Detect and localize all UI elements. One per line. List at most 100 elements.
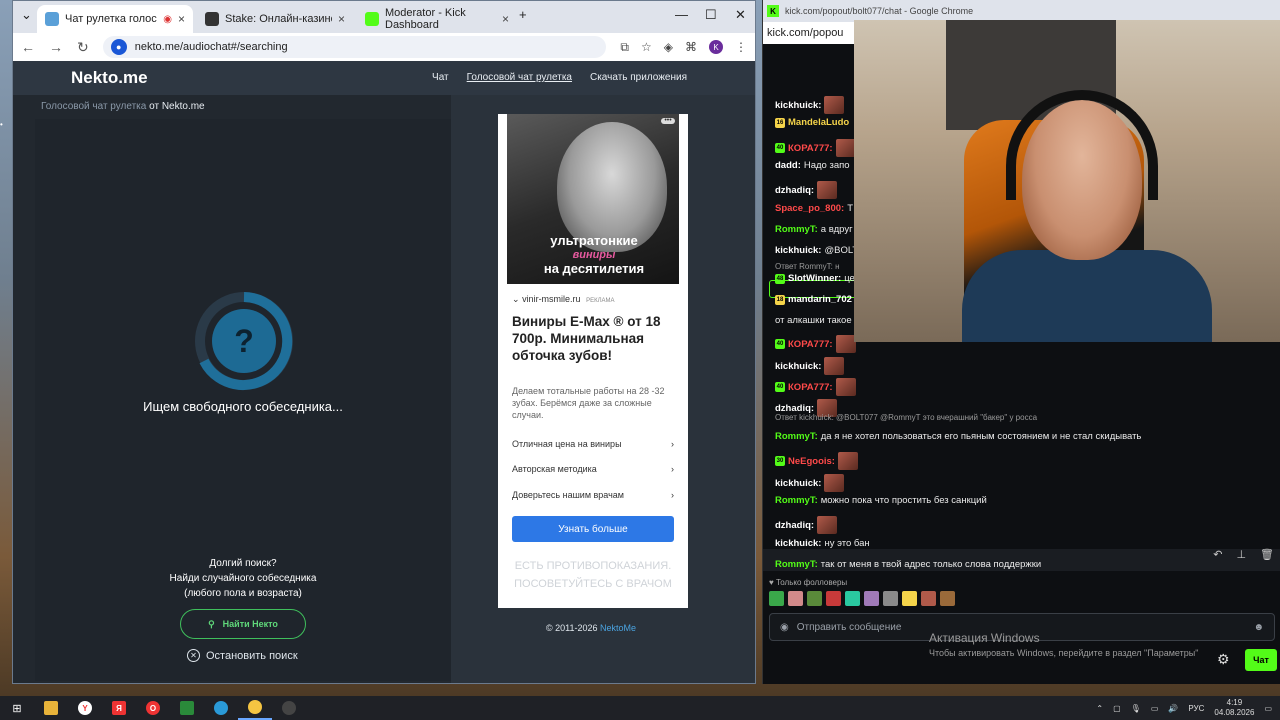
network-icon[interactable]: ▭ (1151, 704, 1159, 713)
start-icon[interactable]: ⊞ (0, 696, 34, 720)
chat-username[interactable]: kickhuick: (775, 100, 821, 111)
chat-username[interactable]: RommyT: (775, 224, 818, 235)
emote-icon[interactable] (940, 591, 955, 606)
chat-message[interactable]: kickhuick: @BOLT (775, 245, 858, 256)
chat-username[interactable]: kickhuick: (775, 538, 821, 549)
tab-kick-dashboard[interactable]: Moderator - Kick Dashboard × (357, 5, 517, 33)
tab-search-icon[interactable]: ⌄ (21, 7, 32, 23)
bookmark-star-icon[interactable]: ☆ (641, 40, 652, 54)
learn-more-button[interactable]: Узнать больше (512, 516, 674, 542)
advertisement[interactable]: ••• ультратонкие виниры на десятилетия ⌄… (498, 114, 688, 608)
chat-username[interactable]: dzhadiq: (775, 185, 814, 196)
pin-icon[interactable]: ⊥ (1236, 548, 1246, 561)
ad-menu-icon[interactable]: ••• (661, 117, 675, 124)
puzzle-icon[interactable]: ⌘ (685, 40, 697, 54)
chat-message[interactable]: 30 NeEgoois: (775, 452, 858, 470)
new-tab-icon[interactable]: + (519, 7, 527, 22)
chat-username[interactable]: mandarin_702 (788, 294, 852, 305)
chat-message[interactable]: dzhadiq: (775, 516, 838, 534)
chat-username[interactable]: NeEgoois: (788, 456, 835, 467)
nav-chat[interactable]: Чат (432, 72, 449, 83)
chat-username[interactable]: SlotWinner: (788, 273, 841, 284)
chat-message[interactable]: dzhadiq: (775, 181, 838, 199)
url-input[interactable]: ● nekto.me/audiochat#/searching (102, 36, 607, 58)
chat-username[interactable]: dzhadiq: (775, 520, 814, 531)
chat-message[interactable]: kickhuick: ну это бан (775, 538, 870, 549)
tab-stake[interactable]: Stake: Онлайн-казино и ставк... × (197, 5, 353, 33)
chrome-icon[interactable] (238, 696, 272, 720)
chat-username[interactable]: Space_po_800: (775, 203, 844, 214)
find-nekto-button[interactable]: ⚲ Найти Некто (180, 609, 306, 639)
back-icon[interactable]: ← (21, 39, 35, 55)
close-tab-icon[interactable]: × (502, 12, 509, 26)
extension-icon[interactable]: ◈ (664, 40, 673, 54)
edge-icon[interactable] (204, 696, 238, 720)
yandex-browser-icon[interactable]: Y (68, 696, 102, 720)
reload-icon[interactable]: ↻ (77, 39, 89, 56)
reply-reference[interactable]: Ответ RommyT: н (775, 262, 840, 271)
chat-message[interactable]: dadd: Надо запо (775, 160, 850, 171)
emote-icon[interactable] (788, 591, 803, 606)
chat-username[interactable]: КОРА777: (788, 382, 833, 393)
stop-search-button[interactable]: ✕ Остановить поиск (187, 649, 298, 662)
tab-nekto[interactable]: Чат рулетка голосовая — ... ◉ × (37, 5, 193, 33)
clock[interactable]: 4:19 04.08.2026 (1214, 698, 1254, 718)
menu-icon[interactable]: ⋮ (735, 40, 747, 54)
obs-icon[interactable] (272, 696, 306, 720)
chat-message[interactable]: kickhuick: (775, 357, 845, 375)
ad-link-row[interactable]: Отличная цена на виниры › (512, 439, 674, 449)
mic-tray-icon[interactable]: 🎙 (1131, 704, 1141, 713)
opera-icon[interactable]: O (136, 696, 170, 720)
chat-message[interactable]: 48 SlotWinner: це (775, 273, 855, 284)
chat-message[interactable]: 16 MandelaLudo (775, 117, 849, 128)
copyright-link[interactable]: NektoMe (600, 623, 636, 633)
chat-message[interactable]: от алкашки такое (775, 315, 852, 326)
ad-domain[interactable]: ⌄ vinir-msmile.ru РЕКЛАМА (512, 294, 615, 305)
chat-message[interactable]: Space_po_800: Т (775, 203, 853, 214)
delete-icon[interactable]: 🗑 (1260, 548, 1274, 561)
forward-icon[interactable]: → (49, 39, 63, 55)
file-explorer-icon[interactable] (34, 696, 68, 720)
chat-message[interactable]: 40 КОРА777: (775, 139, 856, 157)
tray-app-icon[interactable]: ▢ (1113, 704, 1121, 713)
close-tab-icon[interactable]: × (338, 12, 345, 26)
chat-message[interactable]: 40 КОРА777: (775, 335, 856, 353)
chat-message[interactable]: kickhuick: (775, 474, 845, 492)
chat-username[interactable]: КОРА777: (788, 339, 833, 350)
install-icon[interactable]: ⧉ (620, 40, 629, 55)
chat-message[interactable]: RommyT: так от меня в твой адрес только с… (775, 559, 1041, 570)
emote-icon[interactable] (883, 591, 898, 606)
chat-message[interactable]: 40 КОРА777: (775, 378, 856, 396)
chat-message[interactable]: RommyT: можно пока что простить без санкц… (775, 495, 987, 506)
close-window-icon[interactable]: ✕ (735, 7, 746, 23)
profile-avatar[interactable]: K (709, 40, 723, 54)
reply-reference[interactable]: Ответ kickhuick: @BOLT077 @RommyT это вч… (775, 413, 1037, 422)
emote-icon[interactable] (864, 591, 879, 606)
volume-icon[interactable]: 🔊 (1168, 704, 1178, 713)
chat-message[interactable]: RommyT: а вдруг (775, 224, 853, 235)
yandex-icon[interactable]: Я (102, 696, 136, 720)
emote-icon[interactable] (921, 591, 936, 606)
nav-download-apps[interactable]: Скачать приложения (590, 72, 687, 83)
notification-icon[interactable]: ▭ (1264, 704, 1272, 713)
emote-icon[interactable] (902, 591, 917, 606)
chat-username[interactable]: RommyT: (775, 431, 818, 442)
chat-username[interactable]: kickhuick: (775, 361, 821, 372)
chat-username[interactable]: КОРА777: (788, 143, 833, 154)
send-chat-button[interactable]: Чат (1245, 649, 1277, 671)
chat-username[interactable]: RommyT: (775, 559, 818, 570)
minimize-icon[interactable]: — (675, 7, 688, 22)
chat-username[interactable]: MandelaLudo (788, 117, 849, 128)
tray-arrow-icon[interactable]: ⌃ (1096, 704, 1103, 713)
reply-icon[interactable]: ↶ (1213, 548, 1222, 561)
ad-link-row[interactable]: Доверьтесь нашим врачам › (512, 490, 674, 500)
emote-icon[interactable] (826, 591, 841, 606)
maximize-icon[interactable]: ☐ (705, 7, 717, 23)
emote-icon[interactable] (807, 591, 822, 606)
language-indicator[interactable]: РУС (1188, 704, 1204, 713)
chat-username[interactable]: dzhadiq: (775, 403, 814, 414)
nav-voice-roulette[interactable]: Голосовой чат рулетка (467, 72, 572, 83)
chat-message[interactable]: 18 mandarin_702 (775, 294, 852, 305)
emote-icon[interactable] (845, 591, 860, 606)
chat-message[interactable]: RommyT: да я не хотел пользоваться его пь… (775, 431, 1141, 442)
